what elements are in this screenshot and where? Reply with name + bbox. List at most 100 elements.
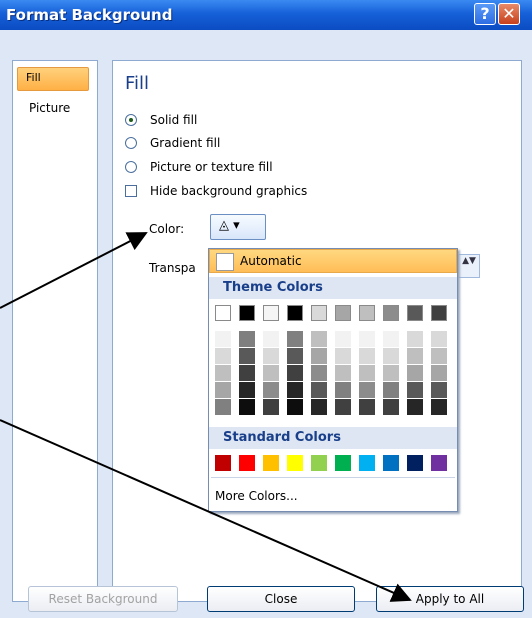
theme-shade-swatch[interactable]: [239, 365, 255, 381]
theme-shade-swatch[interactable]: [215, 399, 231, 415]
theme-shade-swatch[interactable]: [383, 399, 399, 415]
theme-shade-swatch[interactable]: [287, 365, 303, 381]
solid-fill-option[interactable]: Solid fill: [125, 113, 197, 127]
theme-shade-swatch[interactable]: [263, 399, 279, 415]
theme-shade-swatch[interactable]: [287, 399, 303, 415]
theme-shade-swatch[interactable]: [407, 348, 423, 364]
apply-to-all-button[interactable]: Apply to All: [376, 586, 524, 612]
theme-shade-swatch[interactable]: [311, 399, 327, 415]
theme-shade-swatch[interactable]: [431, 348, 447, 364]
theme-shade-swatch[interactable]: [263, 331, 279, 347]
theme-shade-swatch[interactable]: [239, 399, 255, 415]
theme-colors-heading: Theme Colors: [209, 277, 457, 299]
theme-shade-swatch[interactable]: [239, 331, 255, 347]
theme-shade-swatch[interactable]: [311, 331, 327, 347]
theme-color-swatch[interactable]: [407, 305, 423, 321]
theme-color-swatch[interactable]: [215, 305, 231, 321]
standard-color-swatch[interactable]: [359, 455, 375, 471]
gradient-fill-label: Gradient fill: [150, 136, 221, 150]
picture-fill-label: Picture or texture fill: [150, 160, 273, 174]
theme-shade-swatch[interactable]: [335, 331, 351, 347]
theme-shade-swatch[interactable]: [287, 348, 303, 364]
gradient-fill-option[interactable]: Gradient fill: [125, 136, 220, 150]
theme-shade-swatch[interactable]: [335, 399, 351, 415]
divider: [211, 477, 455, 478]
theme-shade-swatch[interactable]: [287, 331, 303, 347]
standard-color-swatch[interactable]: [311, 455, 327, 471]
theme-shade-swatch[interactable]: [407, 399, 423, 415]
window-title: Format Background: [6, 6, 173, 24]
theme-color-swatch[interactable]: [311, 305, 327, 321]
theme-shade-swatch[interactable]: [383, 365, 399, 381]
standard-color-swatch[interactable]: [407, 455, 423, 471]
close-icon[interactable]: ✕: [498, 3, 520, 25]
standard-color-swatch[interactable]: [239, 455, 255, 471]
theme-shade-swatch[interactable]: [359, 348, 375, 364]
standard-color-swatch[interactable]: [383, 455, 399, 471]
theme-color-swatch[interactable]: [359, 305, 375, 321]
theme-shade-swatch[interactable]: [335, 365, 351, 381]
theme-shade-swatch[interactable]: [311, 382, 327, 398]
theme-shade-swatch[interactable]: [407, 365, 423, 381]
theme-shade-swatch[interactable]: [359, 365, 375, 381]
theme-color-swatch[interactable]: [431, 305, 447, 321]
theme-shade-swatch[interactable]: [335, 348, 351, 364]
picture-fill-option[interactable]: Picture or texture fill: [125, 160, 273, 174]
theme-shade-swatch[interactable]: [407, 331, 423, 347]
theme-shade-swatch[interactable]: [431, 382, 447, 398]
theme-shade-swatch[interactable]: [215, 331, 231, 347]
theme-shade-swatch[interactable]: [431, 331, 447, 347]
nav-item-picture[interactable]: Picture: [29, 101, 70, 115]
theme-shade-swatch[interactable]: [215, 365, 231, 381]
standard-color-swatch[interactable]: [215, 455, 231, 471]
standard-colors-heading: Standard Colors: [209, 427, 457, 449]
nav-item-fill[interactable]: Fill: [17, 67, 89, 91]
theme-shade-swatch[interactable]: [287, 382, 303, 398]
section-heading: Fill: [125, 73, 150, 94]
theme-shade-swatch[interactable]: [335, 382, 351, 398]
theme-shade-swatch[interactable]: [383, 348, 399, 364]
solid-fill-radio[interactable]: [125, 114, 137, 126]
theme-shade-swatch[interactable]: [431, 365, 447, 381]
help-icon[interactable]: ?: [474, 3, 496, 25]
theme-shade-swatch[interactable]: [431, 399, 447, 415]
theme-shade-swatch[interactable]: [359, 331, 375, 347]
automatic-color-option[interactable]: Automatic: [209, 249, 457, 273]
theme-shade-swatch[interactable]: [215, 382, 231, 398]
theme-shade-swatch[interactable]: [359, 399, 375, 415]
theme-color-swatch[interactable]: [263, 305, 279, 321]
theme-shade-swatch[interactable]: [263, 382, 279, 398]
transparency-spinner[interactable]: ▲▼: [458, 254, 480, 278]
picture-fill-radio[interactable]: [125, 161, 137, 173]
close-button[interactable]: Close: [207, 586, 355, 612]
theme-shade-swatch[interactable]: [407, 382, 423, 398]
title-bar: Format Background ? ✕: [0, 0, 532, 30]
theme-shade-swatch[interactable]: [263, 365, 279, 381]
standard-color-swatch[interactable]: [335, 455, 351, 471]
hide-background-label: Hide background graphics: [150, 184, 308, 198]
theme-shade-swatch[interactable]: [311, 365, 327, 381]
theme-color-swatch[interactable]: [239, 305, 255, 321]
hide-background-checkbox[interactable]: [125, 185, 137, 197]
standard-color-swatch[interactable]: [287, 455, 303, 471]
theme-shade-swatch[interactable]: [311, 348, 327, 364]
theme-color-swatch[interactable]: [287, 305, 303, 321]
color-picker-button[interactable]: ◬ ▾: [210, 214, 266, 240]
theme-shade-swatch[interactable]: [359, 382, 375, 398]
color-label: Color:: [149, 222, 185, 236]
theme-shade-swatch[interactable]: [215, 348, 231, 364]
more-colors-link[interactable]: More Colors...: [215, 489, 298, 503]
standard-color-swatch[interactable]: [263, 455, 279, 471]
theme-shade-swatch[interactable]: [239, 382, 255, 398]
theme-shade-swatch[interactable]: [383, 382, 399, 398]
theme-color-swatch[interactable]: [335, 305, 351, 321]
theme-shade-swatch[interactable]: [239, 348, 255, 364]
hide-background-option[interactable]: Hide background graphics: [125, 184, 307, 198]
theme-shade-swatch[interactable]: [263, 348, 279, 364]
solid-fill-label: Solid fill: [150, 113, 198, 127]
standard-color-swatch[interactable]: [431, 455, 447, 471]
reset-background-button[interactable]: Reset Background: [28, 586, 178, 612]
theme-shade-swatch[interactable]: [383, 331, 399, 347]
gradient-fill-radio[interactable]: [125, 137, 137, 149]
theme-color-swatch[interactable]: [383, 305, 399, 321]
